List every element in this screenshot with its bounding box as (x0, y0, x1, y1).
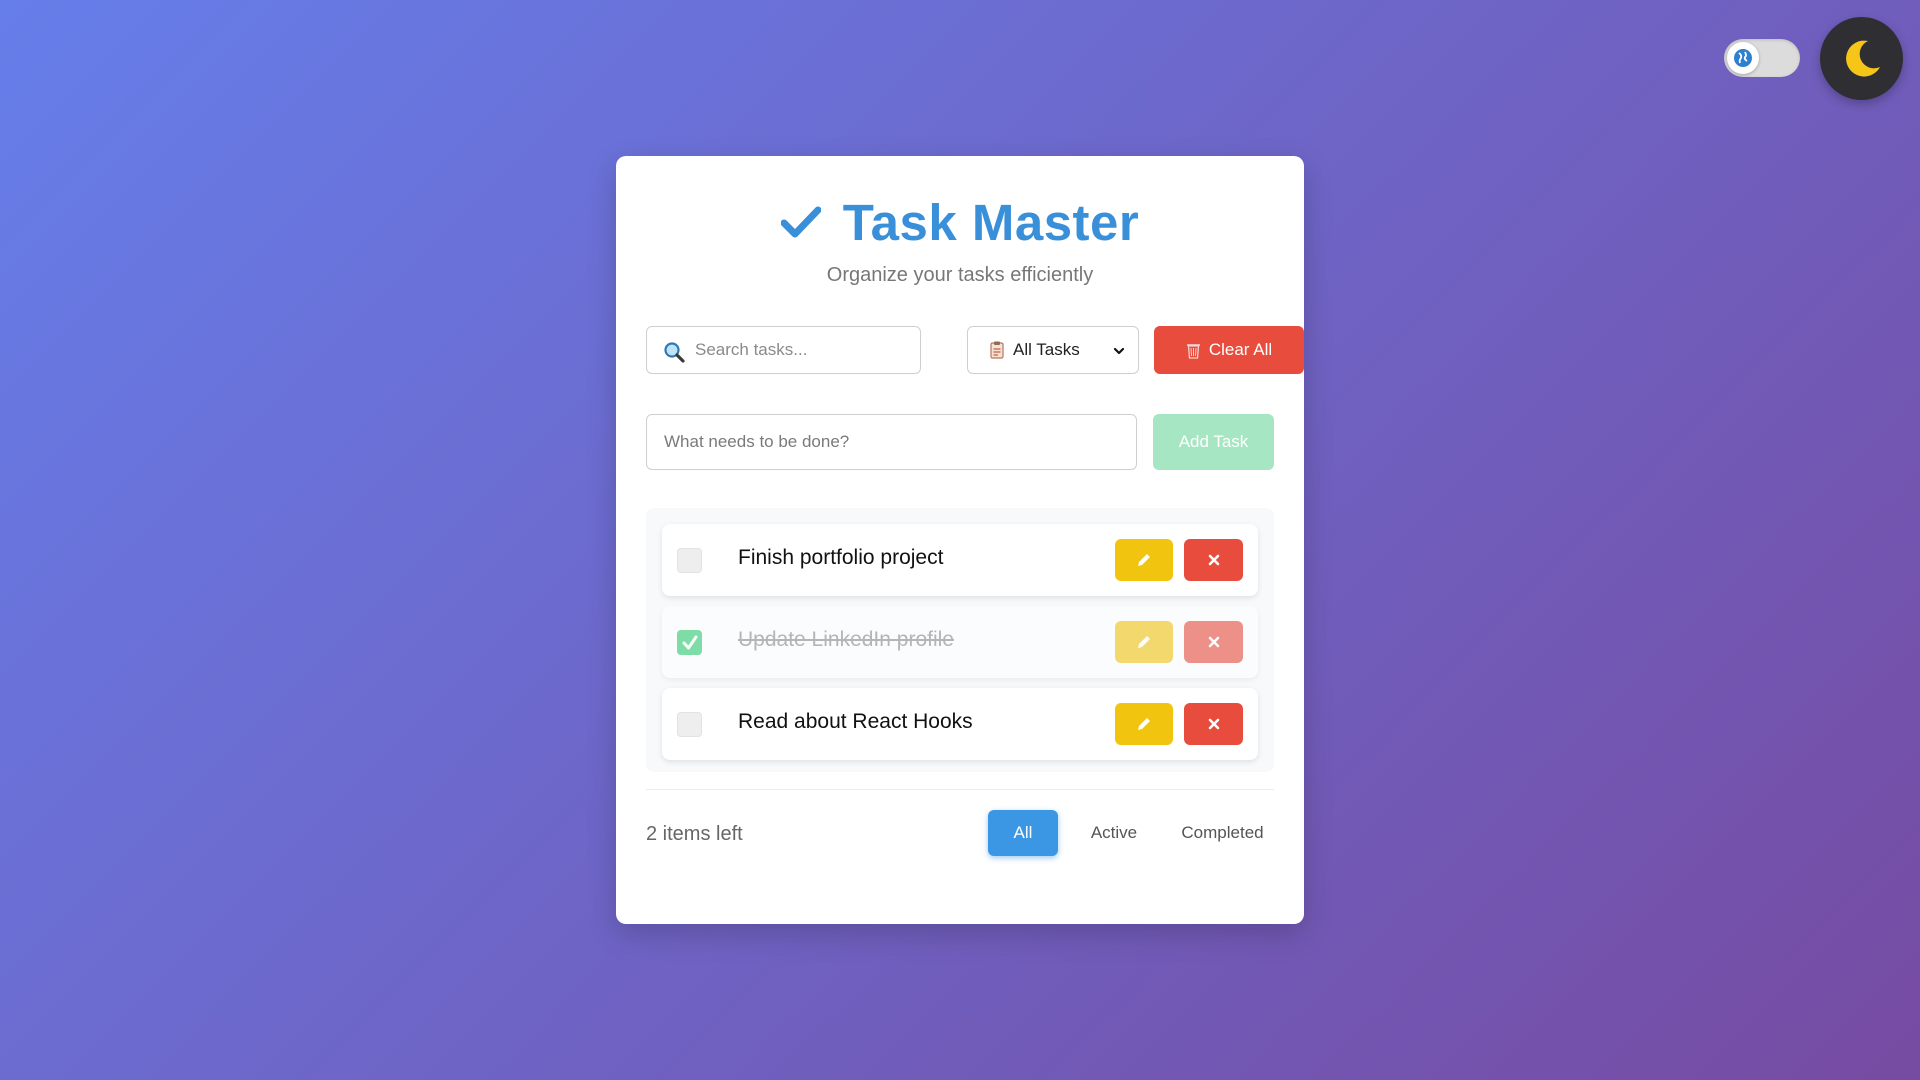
filter-all-button[interactable]: All (988, 810, 1058, 856)
language-toggle[interactable] (1724, 39, 1800, 77)
filter-completed-button[interactable]: Completed (1171, 810, 1274, 856)
moon-icon (1845, 40, 1880, 77)
task-item-completed: Update LinkedIn profile (662, 606, 1258, 678)
toggle-knob (1727, 42, 1759, 74)
footer-divider (646, 789, 1274, 790)
delete-task-button[interactable] (1184, 621, 1243, 663)
new-task-box[interactable] (646, 414, 1137, 470)
task-list: Finish portfolio project Update LinkedIn… (646, 508, 1274, 772)
toolbar: All Tasks Clear All (646, 326, 1304, 374)
header: Task Master Organize your tasks efficien… (616, 190, 1304, 287)
search-input[interactable] (695, 327, 915, 373)
edit-task-button[interactable] (1115, 539, 1173, 581)
pencil-icon (1138, 554, 1150, 566)
delete-task-button[interactable] (1184, 703, 1243, 745)
page-title: Task Master (842, 193, 1140, 251)
task-text: Update LinkedIn profile (738, 628, 954, 651)
pencil-icon (1138, 636, 1150, 648)
chevron-down-icon (1113, 347, 1125, 355)
theme-toggle-button[interactable] (1820, 17, 1903, 100)
edit-task-button[interactable] (1115, 621, 1173, 663)
select-value: All Tasks (1013, 340, 1080, 359)
task-filter-select[interactable]: All Tasks (967, 326, 1139, 374)
items-left-count: 2 items left (646, 823, 743, 845)
clear-all-label: Clear All (1208, 340, 1273, 359)
edit-task-button[interactable] (1115, 703, 1173, 745)
close-icon (1208, 636, 1219, 648)
clear-all-button[interactable]: Clear All (1154, 326, 1304, 374)
search-box[interactable] (646, 326, 921, 374)
add-task-button[interactable]: Add Task (1153, 414, 1274, 470)
task-checkbox[interactable] (677, 712, 702, 737)
task-item: Read about React Hooks (662, 688, 1258, 760)
task-text: Read about React Hooks (738, 710, 973, 733)
footer: 2 items left All Active Completed (646, 810, 1274, 856)
close-icon (1208, 554, 1219, 566)
task-checkbox-checked[interactable] (677, 630, 702, 655)
add-task-row: Add Task (646, 414, 1274, 470)
task-checkbox[interactable] (677, 548, 702, 573)
todo-card: Task Master Organize your tasks efficien… (616, 156, 1304, 924)
task-list-area: Finish portfolio project Update LinkedIn… (646, 508, 1274, 926)
task-item: Finish portfolio project (662, 524, 1258, 596)
pencil-icon (1138, 718, 1150, 730)
search-icon (664, 342, 685, 363)
globe-icon (1734, 49, 1752, 67)
page-subtitle: Organize your tasks efficiently (826, 264, 1094, 286)
clipboard-icon (990, 341, 1004, 359)
check-icon (682, 635, 697, 649)
checkmark-icon (780, 206, 821, 238)
filter-active-button[interactable]: Active (1071, 810, 1157, 856)
task-text: Finish portfolio project (738, 546, 944, 569)
new-task-input[interactable] (664, 415, 1124, 469)
close-icon (1208, 718, 1219, 730)
delete-task-button[interactable] (1184, 539, 1243, 581)
trash-icon (1186, 343, 1200, 359)
